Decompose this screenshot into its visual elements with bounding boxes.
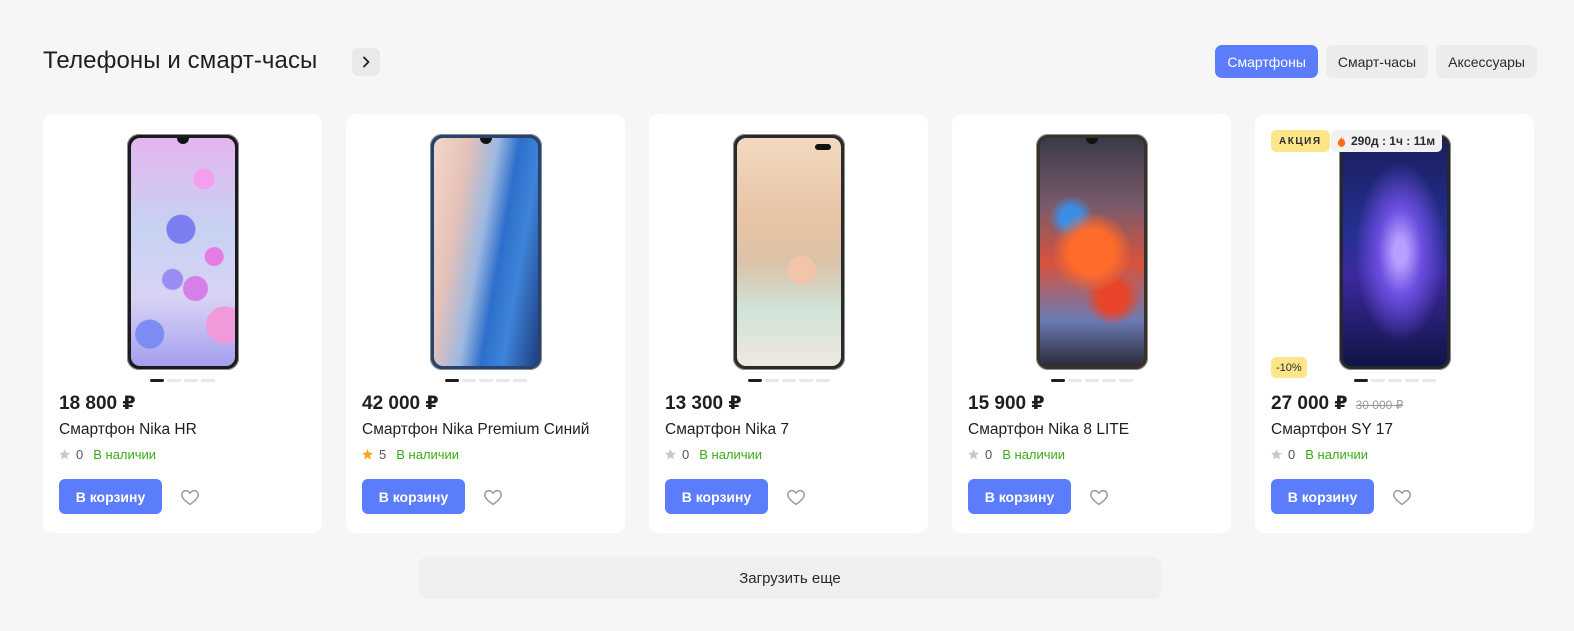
load-more-button[interactable]: Загрузить еще — [419, 557, 1161, 599]
product-name[interactable]: Смартфон Nika 7 — [665, 421, 789, 439]
add-to-cart-button[interactable]: В корзину — [362, 479, 465, 514]
section-title: Телефоны и смарт-часы — [43, 47, 318, 74]
tab-accessories[interactable]: Аксессуары — [1436, 45, 1537, 78]
rating-value: 0 — [76, 447, 84, 462]
add-to-cart-button[interactable]: В корзину — [968, 479, 1071, 514]
stock-status: В наличии — [1002, 447, 1066, 462]
product-card[interactable]: 18 800 ₽ Смартфон Nika HR 0 В наличии В … — [43, 114, 322, 533]
image-carousel-dots[interactable] — [43, 379, 322, 382]
product-meta: 5 В наличии — [361, 447, 459, 462]
stock-status: В наличии — [1305, 447, 1369, 462]
product-image[interactable] — [346, 134, 625, 374]
heart-icon[interactable] — [1088, 486, 1110, 508]
section-more-button[interactable] — [352, 48, 380, 76]
promo-timer: 290д : 1ч : 11м — [1331, 130, 1443, 152]
discount-badge: -10% — [1271, 357, 1307, 378]
product-old-price: 30 000 ₽ — [1355, 398, 1404, 412]
product-meta: 0 В наличии — [1270, 447, 1368, 462]
product-price: 42 000 ₽ — [362, 393, 439, 414]
image-carousel-dots[interactable] — [1255, 379, 1534, 382]
rating-value: 0 — [1288, 447, 1296, 462]
product-card[interactable]: 42 000 ₽ Смартфон Nika Premium Синий 5 В… — [346, 114, 625, 533]
heart-icon[interactable] — [785, 486, 807, 508]
product-image[interactable] — [43, 134, 322, 374]
stock-status: В наличии — [699, 447, 763, 462]
star-icon — [1271, 449, 1282, 460]
product-card[interactable]: АКЦИЯ 290д : 1ч : 11м -10% 27 000 ₽ 30 0… — [1255, 114, 1534, 533]
category-tabs: Смартфоны Смарт-часы Аксессуары — [1215, 45, 1537, 78]
star-icon — [59, 449, 70, 460]
product-name[interactable]: Смартфон SY 17 — [1271, 421, 1393, 439]
star-icon — [362, 449, 373, 460]
stock-status: В наличии — [396, 447, 460, 462]
section-header: Телефоны и смарт-часы Смартфоны Смарт-ча… — [43, 44, 1537, 80]
star-icon — [665, 449, 676, 460]
product-name[interactable]: Смартфон Nika 8 LITE — [968, 421, 1129, 439]
phone-picture — [429, 134, 542, 370]
phone-picture — [732, 134, 845, 370]
product-image[interactable] — [952, 134, 1231, 374]
heart-icon[interactable] — [1391, 486, 1413, 508]
product-name[interactable]: Смартфон Nika HR — [59, 421, 197, 439]
chevron-right-icon — [363, 56, 370, 68]
add-to-cart-button[interactable]: В корзину — [665, 479, 768, 514]
tab-smartwatches[interactable]: Смарт-часы — [1325, 45, 1429, 78]
fire-icon — [1337, 135, 1346, 147]
rating-value: 0 — [682, 447, 690, 462]
heart-icon[interactable] — [482, 486, 504, 508]
rating-value: 5 — [379, 447, 387, 462]
product-price: 27 000 ₽ — [1271, 393, 1348, 414]
product-name[interactable]: Смартфон Nika Premium Синий — [362, 421, 589, 439]
image-carousel-dots[interactable] — [346, 379, 625, 382]
add-to-cart-button[interactable]: В корзину — [1271, 479, 1374, 514]
heart-icon[interactable] — [179, 486, 201, 508]
product-price: 15 900 ₽ — [968, 393, 1045, 414]
image-carousel-dots[interactable] — [649, 379, 928, 382]
product-meta: 0 В наличии — [58, 447, 156, 462]
promo-timer-value: 290д : 1ч : 11м — [1351, 134, 1436, 148]
tab-smartphones[interactable]: Смартфоны — [1215, 45, 1318, 78]
phone-picture — [126, 134, 239, 370]
product-price: 18 800 ₽ — [59, 393, 136, 414]
product-image[interactable] — [649, 134, 928, 374]
product-price: 13 300 ₽ — [665, 393, 742, 414]
stock-status: В наличии — [93, 447, 157, 462]
product-meta: 0 В наличии — [664, 447, 762, 462]
product-card[interactable]: 15 900 ₽ Смартфон Nika 8 LITE 0 В наличи… — [952, 114, 1231, 533]
sale-badge: АКЦИЯ — [1271, 130, 1330, 152]
product-card[interactable]: 13 300 ₽ Смартфон Nika 7 0 В наличии В к… — [649, 114, 928, 533]
rating-value: 0 — [985, 447, 993, 462]
add-to-cart-button[interactable]: В корзину — [59, 479, 162, 514]
star-icon — [968, 449, 979, 460]
product-list: 18 800 ₽ Смартфон Nika HR 0 В наличии В … — [43, 114, 1534, 533]
product-meta: 0 В наличии — [967, 447, 1065, 462]
product-image[interactable] — [1255, 134, 1534, 374]
phone-picture — [1338, 134, 1451, 370]
image-carousel-dots[interactable] — [952, 379, 1231, 382]
phone-picture — [1035, 134, 1148, 370]
